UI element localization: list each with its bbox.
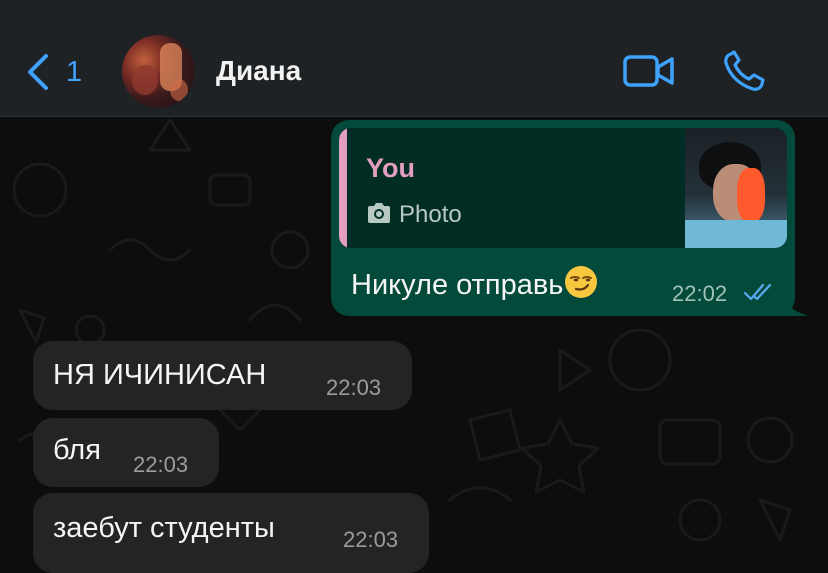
quote-accent-bar xyxy=(339,128,347,248)
phone-icon[interactable] xyxy=(722,50,768,92)
message-time: 22:02 xyxy=(672,281,728,306)
contact-avatar[interactable] xyxy=(122,35,195,108)
outgoing-message[interactable]: You Photo Никуле отправь 22:02 xyxy=(331,120,795,316)
back-button[interactable]: 1 xyxy=(24,50,94,94)
video-camera-icon[interactable] xyxy=(622,52,676,90)
quote-media-type: Photo xyxy=(399,201,462,228)
message-time: 22:03 xyxy=(326,375,382,400)
incoming-message[interactable]: бля 22:03 xyxy=(33,418,219,487)
quote-photo-thumbnail xyxy=(685,128,787,248)
message-text: заебут студенты xyxy=(53,512,275,544)
unread-count: 1 xyxy=(66,55,83,88)
contact-name[interactable]: Диана xyxy=(216,55,301,87)
chat-header: 1 Диана xyxy=(0,0,828,117)
quote-sender: You xyxy=(366,153,415,183)
quoted-reply[interactable]: You Photo xyxy=(339,128,787,248)
message-time: 22:03 xyxy=(133,452,189,477)
smirking-face-icon xyxy=(565,266,598,298)
camera-icon xyxy=(368,203,390,223)
chevron-left-icon xyxy=(28,54,48,90)
incoming-message[interactable]: НЯ ИЧИНИСАН 22:03 xyxy=(33,341,412,410)
double-check-icon xyxy=(743,283,772,301)
incoming-message[interactable]: заебут студенты 22:03 xyxy=(33,493,429,573)
bubble-tail xyxy=(779,288,809,316)
message-time: 22:03 xyxy=(343,527,399,552)
message-text: Никуле отправь xyxy=(351,265,598,302)
message-text: НЯ ИЧИНИСАН xyxy=(53,359,267,391)
message-text: бля xyxy=(53,434,101,466)
